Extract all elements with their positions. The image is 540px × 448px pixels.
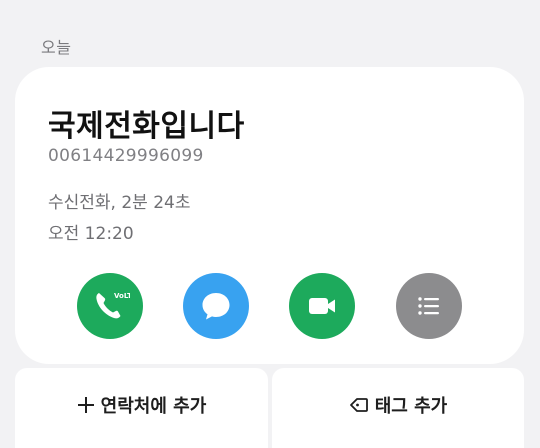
list-icon [418,297,439,315]
message-icon [202,293,230,320]
plus-icon [77,397,94,413]
call-type-duration: 수신전화, 2분 24초 [48,193,191,213]
volte-badge: VoLTE [114,292,130,300]
message-button[interactable] [183,273,249,339]
add-to-contacts-button[interactable]: 연락처에 추가 [15,368,268,448]
video-call-button[interactable] [289,273,355,339]
phone-icon: VoLTE [96,292,130,319]
caller-name: 국제전화입니다 [48,109,245,144]
video-camera-icon [309,298,335,314]
voice-call-button[interactable]: VoLTE [77,273,143,339]
add-tag-label: 태그 추가 [374,396,448,417]
add-to-contacts-label: 연락처에 추가 [100,396,207,417]
call-time: 오전 12:20 [48,224,134,244]
caller-number: 00614429996099 [48,146,204,166]
call-details-button[interactable] [396,273,462,339]
tag-icon [349,398,368,412]
call-detail-card: 국제전화입니다 00614429996099 수신전화, 2분 24초 오전 1… [15,67,524,364]
add-tag-button[interactable]: 태그 추가 [272,368,524,448]
section-label-today: 오늘 [41,38,72,57]
